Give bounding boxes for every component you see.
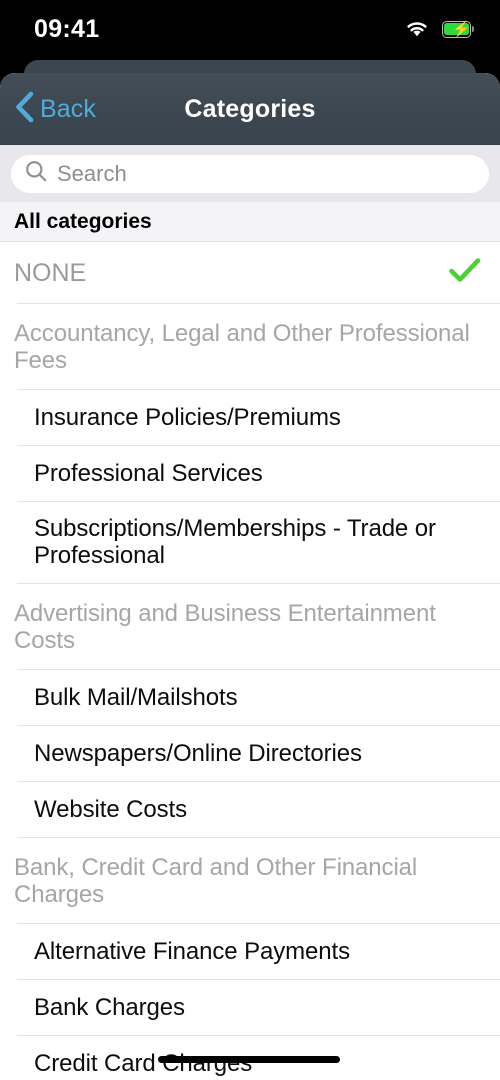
category-list-item[interactable]: Website Costs (0, 782, 500, 839)
wifi-icon (404, 19, 430, 39)
category-list-item[interactable]: Bulk Mail/Mailshots (0, 670, 500, 727)
navigation-bar: Back Categories (0, 73, 500, 145)
checkmark-icon (449, 258, 481, 289)
list-row-none[interactable]: NONE (0, 242, 500, 304)
row-label: Insurance Policies/Premiums (34, 403, 341, 431)
list-section-header: All categories (0, 202, 500, 242)
category-group-header: Accountancy, Legal and Other Professiona… (0, 304, 500, 391)
back-button-label: Back (40, 94, 96, 123)
battery-charging-icon: ⚡ (442, 20, 474, 38)
category-group-header: Bank, Credit Card and Other Financial Ch… (0, 838, 500, 925)
status-bar: 09:41 ⚡ (0, 0, 500, 58)
category-list-item[interactable]: Subscriptions/Memberships - Trade or Pro… (0, 502, 500, 584)
row-label: Accountancy, Legal and Other Professiona… (14, 320, 470, 375)
home-indicator[interactable] (158, 1056, 340, 1063)
search-input[interactable] (57, 160, 475, 187)
category-list-item[interactable]: Bank Charges (0, 980, 500, 1037)
search-icon (25, 160, 47, 187)
row-label: NONE (14, 258, 87, 287)
category-list-item[interactable]: Insurance Policies/Premiums (0, 390, 500, 447)
row-label: Bank, Credit Card and Other Financial Ch… (14, 854, 418, 909)
chevron-left-icon (14, 91, 35, 128)
list-section-header-label: All categories (14, 209, 152, 233)
phone-screen: 09:41 ⚡ Back Categories Search All categ… (0, 0, 500, 1080)
category-list-item[interactable]: Newspapers/Online Directories (0, 726, 500, 783)
row-label: Bank Charges (34, 993, 185, 1021)
row-label: Alternative Finance Payments (34, 937, 351, 965)
row-label: Advertising and Business Entertainment C… (14, 599, 436, 655)
status-bar-time: 09:41 (34, 14, 100, 43)
category-list: NONE Accountancy, Legal and Other Profess… (0, 242, 500, 1080)
search-bar-container (0, 145, 500, 202)
category-list-item[interactable]: Professional Services (0, 446, 500, 503)
category-group-header: Advertising and Business Entertainment C… (0, 583, 500, 671)
row-label: Bulk Mail/Mailshots (34, 683, 238, 711)
search-field[interactable] (11, 154, 489, 193)
status-bar-indicators: ⚡ (404, 19, 474, 39)
row-label: Newspapers/Online Directories (34, 739, 362, 767)
row-label: Subscriptions/Memberships - Trade or Pro… (34, 515, 436, 570)
category-list-item[interactable]: Alternative Finance Payments (0, 924, 500, 981)
row-label: Credit Card Charges (34, 1049, 253, 1077)
modal-card: Back Categories All categories NONE Accou… (0, 73, 500, 1080)
row-label: Professional Services (34, 459, 263, 487)
row-label: Website Costs (34, 795, 187, 823)
back-button[interactable]: Back (10, 85, 104, 134)
